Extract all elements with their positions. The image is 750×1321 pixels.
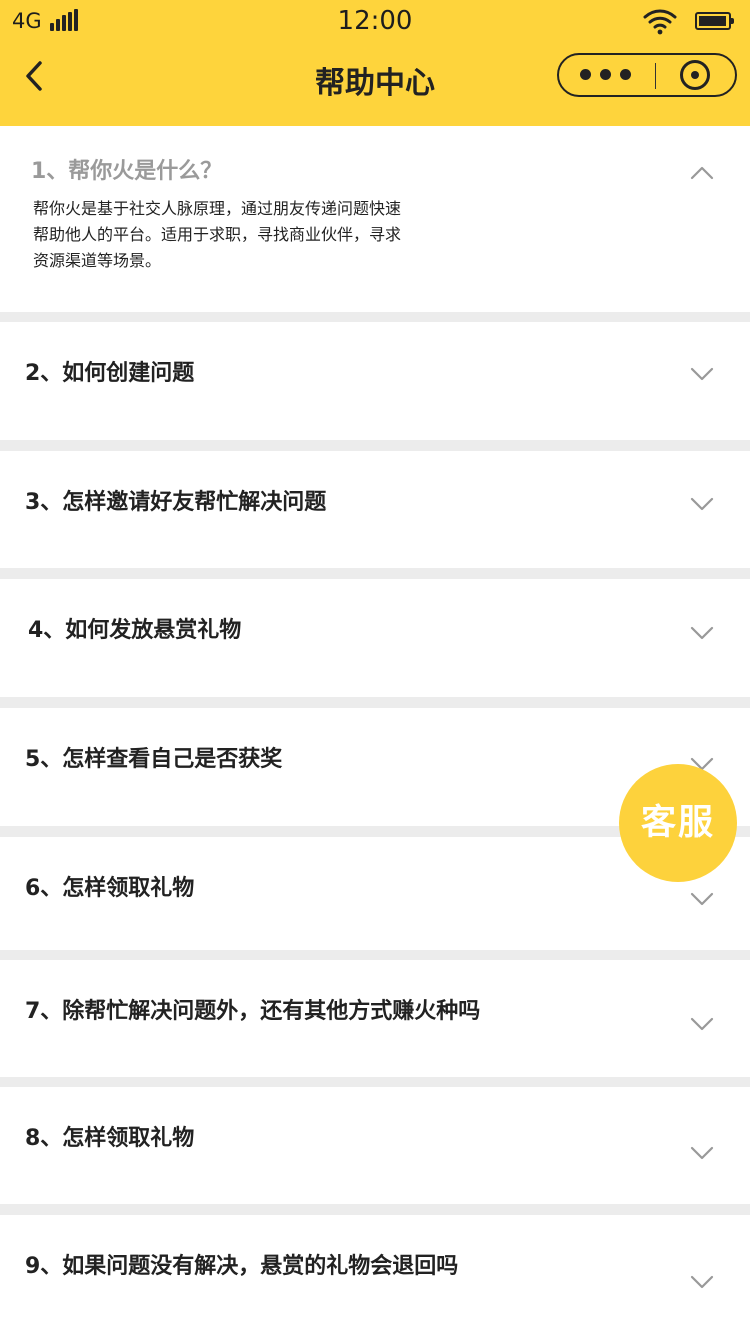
faq-item-3[interactable]: 3、怎样邀请好友帮忙解决问题 [0,451,750,568]
faq-item-8[interactable]: 8、怎样领取礼物 [0,1087,750,1204]
faq-question: 5、怎样查看自己是否获奖 [25,747,283,772]
faq-question: 1、帮你火是什么？ [31,159,223,184]
chevron-down-icon [690,1275,714,1289]
chevron-down-icon [690,1146,714,1160]
faq-question: 6、怎样领取礼物 [25,876,195,901]
faq-item-2[interactable]: 2、如何创建问题 [0,322,750,440]
status-bar: 4G 12:00 [0,0,750,44]
battery-icon [695,12,734,30]
faq-question: 9、如果问题没有解决，悬赏的礼物会退回吗 [25,1254,459,1279]
wifi-icon [643,9,677,35]
faq-question: 2、如何创建问题 [25,361,195,386]
faq-item-4[interactable]: 4、如何发放悬赏礼物 [0,579,750,697]
status-time: 12:00 [337,6,413,36]
chevron-down-icon [690,497,714,511]
faq-answer: 帮你火是基于社交人脉原理，通过朋友传递问题快速 帮助他人的平台。适用于求职，寻找… [33,196,478,274]
chevron-down-icon [690,367,714,381]
faq-question: 8、怎样领取礼物 [25,1126,195,1151]
target-icon[interactable] [680,60,710,90]
faq-question: 4、如何发放悬赏礼物 [28,618,242,643]
faq-answer-line: 帮助他人的平台。适用于求职，寻找商业伙伴，寻求 [33,225,402,244]
faq-item-7[interactable]: 7、除帮忙解决问题外，还有其他方式赚火种吗 [0,960,750,1077]
faq-question: 3、怎样邀请好友帮忙解决问题 [25,490,327,515]
capsule-divider [655,63,656,89]
chevron-down-icon [690,626,714,640]
navigation-bar: 帮助中心 [0,44,750,126]
app-header: 4G 12:00 帮助中心 [0,0,750,126]
customer-service-button[interactable]: 客服 [619,764,737,882]
faq-answer-line: 资源渠道等场景。 [33,251,162,270]
chevron-up-icon [690,166,714,180]
faq-item-9[interactable]: 9、如果问题没有解决，悬赏的礼物会退回吗 [0,1215,750,1321]
faq-item-1[interactable]: 1、帮你火是什么？ 帮你火是基于社交人脉原理，通过朋友传递问题快速 帮助他人的平… [0,126,750,312]
faq-question: 7、除帮忙解决问题外，还有其他方式赚火种吗 [25,999,481,1024]
mini-program-capsule [557,53,737,97]
chevron-down-icon [690,892,714,906]
more-dots-icon[interactable] [580,68,634,84]
faq-answer-line: 帮你火是基于社交人脉原理，通过朋友传递问题快速 [33,199,402,218]
chevron-down-icon [690,1017,714,1031]
